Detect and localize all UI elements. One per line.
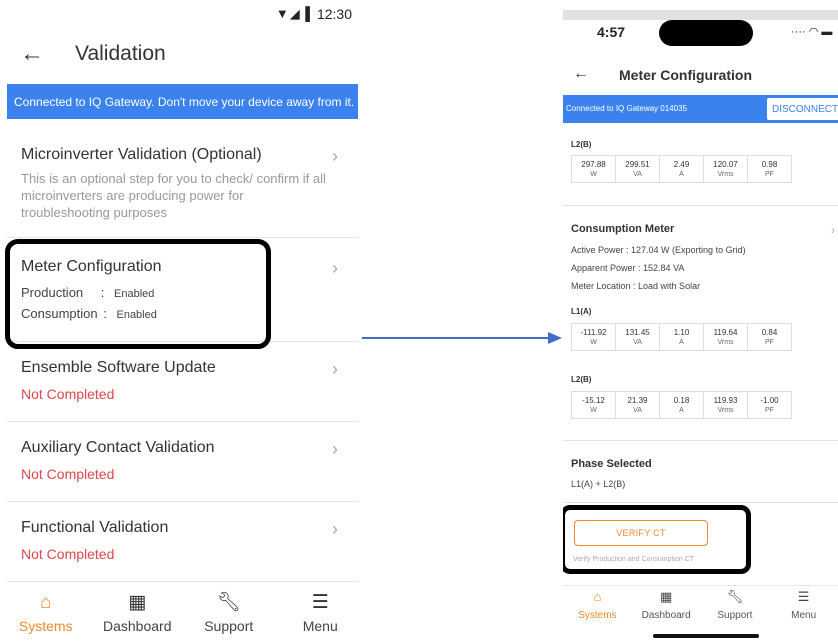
flow-arrow (362, 332, 562, 344)
reading-cell: 0.98 PF (747, 155, 792, 183)
section-title: Auxiliary Contact Validation (21, 439, 215, 456)
signal-icons: ▼◢▐ (275, 6, 311, 21)
bottom-nav: ⌂ Systems ▦ Dashboard 🔧︎ Support ☰ Menu (0, 592, 366, 641)
dashboard-icon: ▦ (659, 589, 673, 604)
nav-label: Menu (302, 618, 338, 634)
apparent-power: Apparent Power : 152.84 VA (571, 263, 685, 273)
section-description: This is an optional step for you to chec… (21, 171, 326, 220)
nav-dashboard[interactable]: ▦ Dashboard (636, 586, 696, 630)
reading-cell: 297.88 W (571, 155, 616, 183)
phase-selected-title: Phase Selected (571, 458, 652, 470)
status-time: 12:30 (316, 6, 352, 22)
nav-label: Dashboard (641, 610, 691, 621)
status-bar: ▼◢▐ 12:30 (276, 6, 352, 22)
reading-cell: 299.51 VA (615, 155, 660, 183)
nav-systems[interactable]: ⌂ Systems (6, 592, 86, 641)
nav-dashboard[interactable]: ▦ Dashboard (97, 592, 177, 641)
reading-cell: -1.00 PF (747, 391, 792, 419)
connection-banner: Connected to IQ Gateway. Don't move your… (7, 84, 358, 119)
nav-menu[interactable]: ☰ Menu (280, 592, 360, 641)
reading-cell: 0.18 A (659, 391, 704, 419)
connection-text: Connected to IQ Gateway 014035 (566, 104, 687, 113)
home-icon: ⌂ (593, 589, 602, 604)
nav-support[interactable]: 🔧︎ Support (705, 586, 765, 630)
menu-icon: ☰ (797, 589, 810, 604)
nav-label: Support (204, 618, 254, 634)
chevron-right-icon: › (332, 519, 338, 539)
reading-cell: 0.84 PF (747, 323, 792, 351)
disconnect-button[interactable]: DISCONNECT (767, 98, 838, 120)
chevron-right-icon[interactable]: › (831, 223, 835, 237)
phase-label: L2(B) (571, 375, 592, 384)
reading-cell: 21.39 VA (615, 391, 660, 419)
home-indicator (653, 634, 759, 638)
chevron-right-icon: › (332, 146, 338, 166)
highlight-box-verify-ct (563, 505, 751, 574)
active-power: Active Power : 127.04 W (Exporting to Gr… (571, 245, 746, 255)
nav-label: Systems (18, 618, 73, 634)
section-auxiliary-contact-validation[interactable]: Auxiliary Contact Validation › Not Compl… (7, 422, 358, 502)
section-title: Microinverter Validation (Optional) (21, 146, 262, 163)
status-icons: ···· ◠ ▬ (791, 26, 833, 38)
chevron-right-icon: › (332, 258, 338, 278)
section-functional-validation[interactable]: Functional Validation › Not Completed (7, 502, 358, 582)
divider (563, 502, 838, 503)
back-arrow-icon[interactable]: ← (573, 65, 589, 83)
divider (563, 440, 838, 441)
meter-location: Meter Location : Load with Solar (571, 281, 701, 291)
nav-label: Systems (578, 610, 617, 621)
android-screen: ▼◢▐ 12:30 ← Validation Connected to IQ G… (0, 0, 366, 641)
section-title: Ensemble Software Update (21, 359, 216, 376)
status-not-completed: Not Completed (21, 466, 115, 482)
reading-cell: 2.49 A (659, 155, 704, 183)
highlight-box-meter-configuration (5, 239, 271, 349)
phase-label: L2(B) (571, 140, 592, 149)
consumption-l1-readings: -111.92 W 131.45 VA 1.10 A 119.64 Vrms 0.84 P… (571, 323, 792, 351)
reading-cell: -15.12 W (571, 391, 616, 419)
consumption-l2-readings: -15.12 W 21.39 VA 0.18 A 119.93 Vrms -1.00 PF (571, 391, 792, 419)
production-l2-readings: 297.88 W 299.51 VA 2.49 A 120.07 Vrms 0.98 PF (571, 155, 792, 183)
dynamic-island (659, 20, 753, 46)
back-arrow-icon[interactable]: ← (20, 40, 44, 68)
divider (563, 205, 838, 206)
page-title: Validation (75, 42, 166, 65)
phase-label: L1(A) (571, 307, 592, 316)
section-title: Functional Validation (21, 519, 169, 536)
chevron-right-icon: › (332, 359, 338, 379)
status-time: 4:57 (597, 24, 626, 40)
menu-icon: ☰ (311, 592, 329, 613)
reading-cell: 119.93 Vrms (703, 391, 748, 419)
nav-label: Support (717, 610, 753, 621)
page-title: Meter Configuration (619, 67, 752, 83)
wrench-icon: 🔧︎ (726, 589, 744, 604)
nav-label: Menu (791, 610, 817, 621)
nav-menu[interactable]: ☰ Menu (774, 586, 834, 630)
chevron-right-icon: › (332, 439, 338, 459)
reading-cell: 1.10 A (659, 323, 704, 351)
reading-cell: 119.64 Vrms (703, 323, 748, 351)
top-strip (563, 10, 838, 20)
status-not-completed: Not Completed (21, 546, 115, 562)
nav-systems[interactable]: ⌂ Systems (567, 586, 627, 630)
dashboard-icon: ▦ (128, 592, 147, 613)
phase-selected-value: L1(A) + L2(B) (571, 479, 626, 489)
nav-label: Dashboard (103, 618, 172, 634)
home-icon: ⌂ (40, 592, 52, 613)
bottom-nav: ⌂ Systems ▦ Dashboard 🔧︎ Support ☰ Menu (563, 585, 838, 630)
reading-cell: 131.45 VA (615, 323, 660, 351)
connection-banner: Connected to IQ Gateway 014035 DISCONNEC… (563, 95, 838, 123)
status-not-completed: Not Completed (21, 386, 115, 402)
app-header: ← Validation (0, 38, 366, 74)
iphone-screen: 4:57 ···· ◠ ▬ ← Meter Configuration Conn… (563, 0, 838, 641)
section-microinverter-validation[interactable]: Microinverter Validation (Optional) › Th… (7, 128, 358, 238)
consumption-meter-title: Consumption Meter (571, 223, 675, 235)
wrench-icon: 🔧︎ (216, 592, 241, 613)
reading-cell: -111.92 W (571, 323, 616, 351)
nav-support[interactable]: 🔧︎ Support (189, 592, 269, 641)
reading-cell: 120.07 Vrms (703, 155, 748, 183)
section-ensemble-software-update[interactable]: Ensemble Software Update › Not Completed (7, 342, 358, 422)
